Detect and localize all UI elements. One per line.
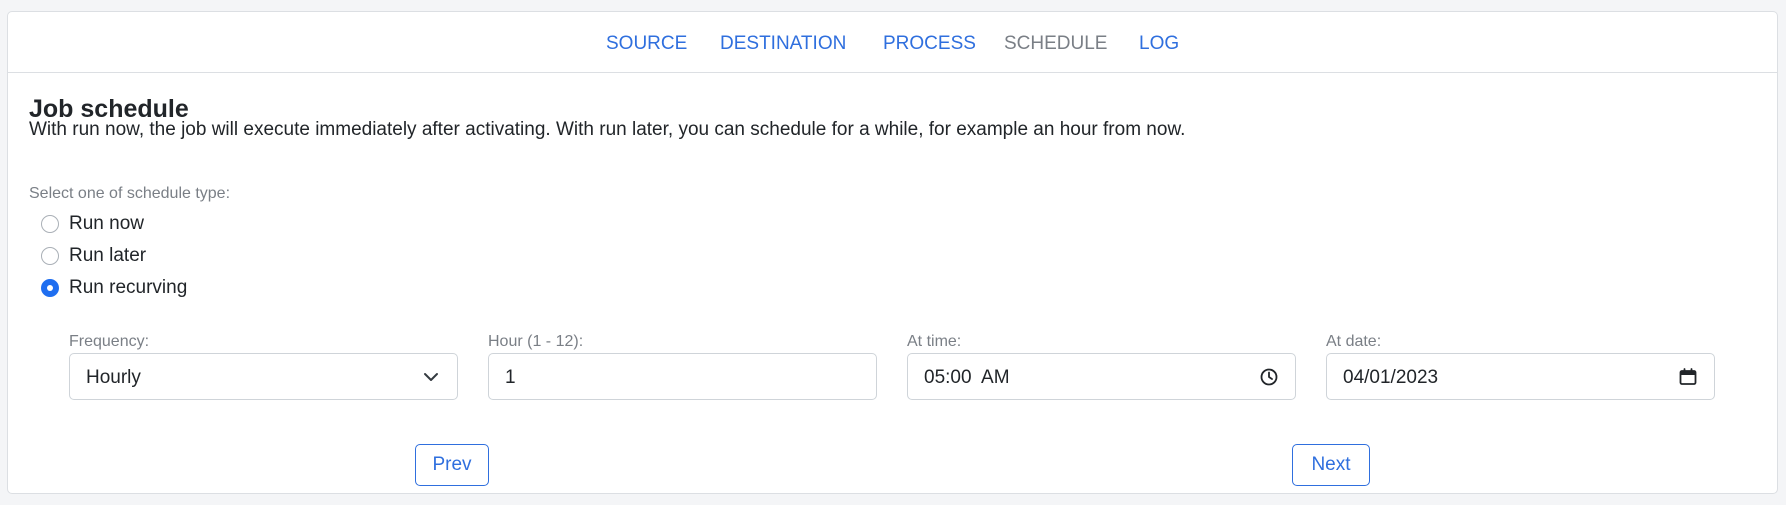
clock-icon[interactable] <box>1259 367 1279 387</box>
tab-log[interactable]: LOG <box>1139 32 1179 56</box>
time-label: At time: <box>907 333 962 350</box>
page-description: With run now, the job will execute immed… <box>29 119 1186 140</box>
radio-run-later[interactable]: Run later <box>41 243 146 269</box>
frequency-value: Hourly <box>86 367 141 388</box>
hour-label: Hour (1 - 12): <box>488 333 584 350</box>
prev-button[interactable]: Prev <box>415 444 489 486</box>
tab-process[interactable]: PROCESS <box>883 32 976 56</box>
hour-value: 1 <box>505 367 516 388</box>
chevron-down-icon <box>424 373 438 381</box>
time-value: 05:00 AM <box>924 367 1010 388</box>
calendar-icon[interactable] <box>1678 367 1698 387</box>
radio-label: Run recurving <box>69 277 188 298</box>
next-button[interactable]: Next <box>1292 444 1370 486</box>
frequency-label: Frequency: <box>69 333 150 350</box>
date-value: 04/01/2023 <box>1343 367 1439 388</box>
date-label: At date: <box>1326 333 1382 350</box>
radio-label: Run now <box>69 213 144 234</box>
radio-button[interactable] <box>41 215 59 233</box>
radio-label: Run later <box>69 245 147 266</box>
step-nav: SOURCE DESTINATION PROCESS SCHEDULE LOG <box>8 12 1777 73</box>
radio-run-now[interactable]: Run now <box>41 211 144 237</box>
radio-run-recurring[interactable]: Run recurving <box>41 275 187 301</box>
radio-button[interactable] <box>41 247 59 265</box>
hour-input[interactable]: 1 <box>488 353 877 400</box>
frequency-select[interactable]: Hourly <box>69 353 458 400</box>
time-input[interactable]: 05:00 AM <box>907 353 1296 400</box>
date-input[interactable]: 04/01/2023 <box>1326 353 1715 400</box>
tab-schedule[interactable]: SCHEDULE <box>1004 32 1107 56</box>
radio-button-selected[interactable] <box>41 279 59 297</box>
job-card: SOURCE DESTINATION PROCESS SCHEDULE LOG … <box>7 11 1778 494</box>
schedule-type-label: Select one of schedule type: <box>29 185 231 202</box>
tab-source[interactable]: SOURCE <box>606 32 687 56</box>
tab-destination[interactable]: DESTINATION <box>720 32 846 56</box>
